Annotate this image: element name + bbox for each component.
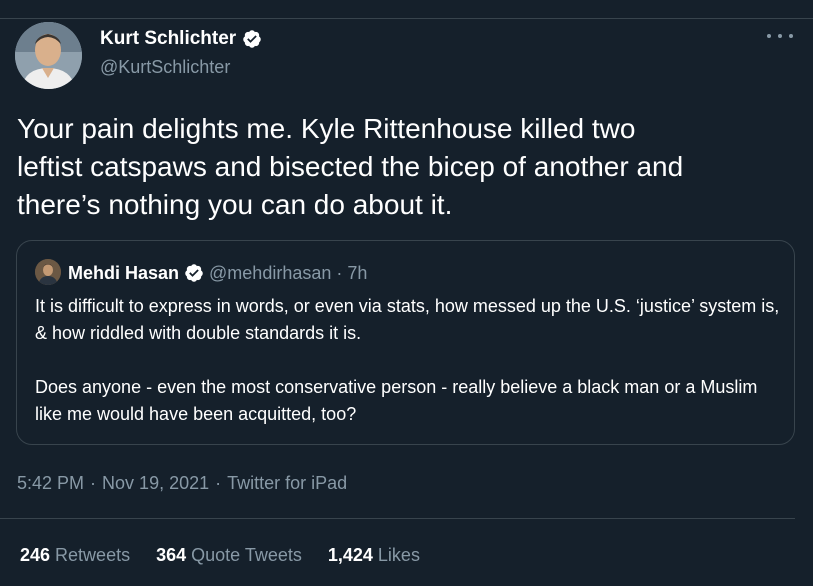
tweet-stats: 246 Retweets 364 Quote Tweets 1,424 Likes xyxy=(20,543,420,567)
tweet-source[interactable]: Twitter for iPad xyxy=(227,471,347,495)
quote-timestamp[interactable]: 7h xyxy=(347,261,367,285)
author-name[interactable]: Kurt Schlichter xyxy=(100,27,262,51)
quote-author-handle[interactable]: @mehdirhasan xyxy=(209,261,331,285)
meta-separator: · xyxy=(215,473,222,493)
likes-label: Likes xyxy=(377,545,420,565)
quote-paragraph: Does anyone - even the most conservative… xyxy=(35,377,758,424)
stats-divider xyxy=(0,518,795,519)
quote-separator: · xyxy=(336,263,343,283)
verified-badge-icon xyxy=(242,29,262,49)
quote-tweets-label: Quote Tweets xyxy=(191,545,302,565)
quote-author-name[interactable]: Mehdi Hasan xyxy=(68,261,179,285)
retweets-count: 246 xyxy=(20,545,51,565)
tweet-meta: 5:42 PM · Nov 19, 2021 · Twitter for iPa… xyxy=(17,471,347,495)
top-divider xyxy=(0,18,813,19)
retweets-stat[interactable]: 246 Retweets xyxy=(20,543,130,567)
meta-separator: · xyxy=(90,473,97,493)
likes-stat[interactable]: 1,424 Likes xyxy=(328,543,420,567)
author-handle[interactable]: @KurtSchlichter xyxy=(100,55,230,79)
quote-tweets-count: 364 xyxy=(156,545,187,565)
quote-header: Mehdi Hasan @mehdirhasan · 7h xyxy=(68,261,367,285)
quote-author-avatar[interactable] xyxy=(35,259,61,285)
more-icon[interactable] xyxy=(767,28,793,44)
quoted-tweet[interactable]: Mehdi Hasan @mehdirhasan · 7h It is diff… xyxy=(16,240,795,445)
tweet-time[interactable]: 5:42 PM xyxy=(17,471,84,495)
quote-text: It is difficult to express in words, or … xyxy=(35,293,785,455)
quote-tweets-stat[interactable]: 364 Quote Tweets xyxy=(156,543,302,567)
quote-paragraph: It is difficult to express in words, or … xyxy=(35,296,780,343)
likes-count: 1,424 xyxy=(327,545,373,565)
verified-badge-icon xyxy=(184,263,204,283)
tweet-detail: Kurt Schlichter @KurtSchlichter Your pai… xyxy=(0,0,813,586)
tweet-date[interactable]: Nov 19, 2021 xyxy=(102,471,209,495)
author-avatar[interactable] xyxy=(15,22,82,89)
tweet-text: Your pain delights me. Kyle Rittenhouse … xyxy=(17,113,684,220)
retweets-label: Retweets xyxy=(55,545,131,565)
author-name-text[interactable]: Kurt Schlichter xyxy=(100,27,236,51)
